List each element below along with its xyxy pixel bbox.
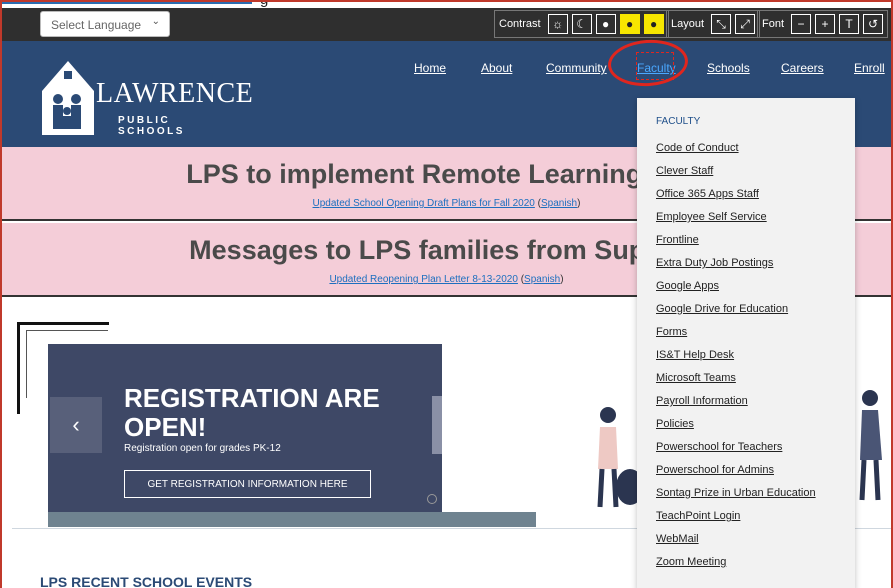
registration-slide: REGISTRATION ARE OPEN! Registration open… [48, 344, 442, 512]
nav-community[interactable]: Community [546, 61, 607, 75]
menu-item-clever-staff[interactable]: Clever Staff [656, 165, 713, 177]
registration-info-button[interactable]: GET REGISTRATION INFORMATION HERE [124, 470, 371, 498]
menu-item-sontag-prize[interactable]: Sontag Prize in Urban Education [656, 487, 816, 499]
banner-spanish-link[interactable]: Spanish [541, 198, 577, 209]
nav-enroll[interactable]: Enroll [854, 61, 885, 75]
menu-item-employee-self-service[interactable]: Employee Self Service [656, 211, 767, 223]
accessibility-toolbar: Select Language ⌄ Contrast ☼ ☾ ● ● ● Lay… [2, 8, 891, 41]
section-heading: LPS RECENT SCHOOL EVENTS [40, 574, 253, 588]
menu-item-office-365[interactable]: Office 365 Apps Staff [656, 188, 759, 200]
illustration-person-left [597, 407, 638, 508]
nav-home[interactable]: Home [414, 61, 446, 75]
school-house-icon [42, 61, 94, 135]
contrast-label: Contrast [499, 18, 541, 30]
page: g Select Language ⌄ Contrast ☼ ☾ ● ● ● L… [0, 0, 893, 588]
nav-schools[interactable]: Schools [707, 61, 750, 75]
moon-icon[interactable]: ☾ [571, 14, 592, 34]
nav-careers[interactable]: Careers [781, 61, 824, 75]
logo-name: LAWRENCE [96, 78, 254, 109]
decor-line [17, 322, 20, 414]
menu-item-teams[interactable]: Microsoft Teams [656, 372, 736, 384]
faculty-focus-outline [636, 52, 674, 80]
menu-item-zoom[interactable]: Zoom Meeting [656, 556, 726, 568]
cut-link[interactable] [2, 2, 252, 4]
eye-yellow-icon[interactable]: ● [619, 14, 640, 34]
reset-icon[interactable]: ↺ [863, 14, 884, 34]
lawrence-logo[interactable]: LAWRENCE PUBLIC SCHOOLS [36, 53, 253, 137]
layout-label: Layout [671, 18, 705, 30]
logo-subtitle: PUBLIC SCHOOLS [118, 115, 185, 137]
menu-item-policies[interactable]: Policies [656, 418, 694, 430]
slider-next-edge[interactable] [432, 396, 442, 454]
contrast-group: Contrast ☼ ☾ ● ● ● [494, 10, 669, 38]
font-label: Font [762, 18, 785, 30]
slider-prev-button[interactable]: ‹ [50, 397, 102, 453]
banner-link[interactable]: Updated Reopening Plan Letter 8-13-2020 [329, 274, 517, 285]
eye-yellow-alt-icon[interactable]: ● [643, 14, 664, 34]
menu-item-code-of-conduct[interactable]: Code of Conduct [656, 142, 739, 154]
menu-item-forms[interactable]: Forms [656, 326, 687, 338]
banner-spanish-link[interactable]: Spanish [524, 274, 560, 285]
layout-group: Layout ⤡ ⤢ [666, 10, 761, 38]
language-select[interactable]: Select Language ⌄ [40, 11, 170, 37]
chevron-down-icon: ⌄ [151, 16, 160, 27]
menu-item-powerschool-admins[interactable]: Powerschool for Admins [656, 464, 774, 476]
decor-line [26, 330, 108, 331]
faculty-dropdown-menu: FACULTY Code of Conduct Clever Staff Off… [637, 98, 855, 588]
menu-item-teachpoint[interactable]: TeachPoint Login [656, 510, 740, 522]
menu-item-google-apps[interactable]: Google Apps [656, 280, 719, 292]
decor-line [17, 322, 109, 325]
menu-item-payroll[interactable]: Payroll Information [656, 395, 748, 407]
font-increase-icon[interactable]: + [815, 14, 836, 34]
slider-dot[interactable] [427, 494, 437, 504]
font-decrease-icon[interactable]: − [791, 14, 812, 34]
menu-item-helpdesk[interactable]: IS&T Help Desk [656, 349, 734, 361]
font-group: Font − + T ↺ [757, 10, 889, 38]
shrink-icon[interactable]: ⤡ [711, 14, 732, 34]
expand-icon[interactable]: ⤢ [735, 14, 756, 34]
font-type-icon[interactable]: T [839, 14, 860, 34]
menu-item-webmail[interactable]: WebMail [656, 533, 699, 545]
slide-heading: REGISTRATION ARE OPEN! [124, 383, 380, 442]
menu-item-frontline[interactable]: Frontline [656, 234, 699, 246]
menu-item-google-drive[interactable]: Google Drive for Education [656, 303, 788, 315]
menu-heading: FACULTY [656, 116, 701, 127]
slide-text: Registration open for grades PK-12 [124, 443, 281, 454]
language-select-value: Select Language [51, 18, 142, 32]
eye-icon[interactable]: ● [595, 14, 616, 34]
nav-about[interactable]: About [481, 61, 512, 75]
sun-icon[interactable]: ☼ [547, 14, 568, 34]
banner-link[interactable]: Updated School Opening Draft Plans for F… [313, 198, 535, 209]
menu-item-powerschool-teachers[interactable]: Powerschool for Teachers [656, 441, 782, 453]
menu-item-extra-duty[interactable]: Extra Duty Job Postings [656, 257, 773, 269]
decor-line [26, 330, 27, 398]
slide-footer-bar [48, 512, 536, 527]
